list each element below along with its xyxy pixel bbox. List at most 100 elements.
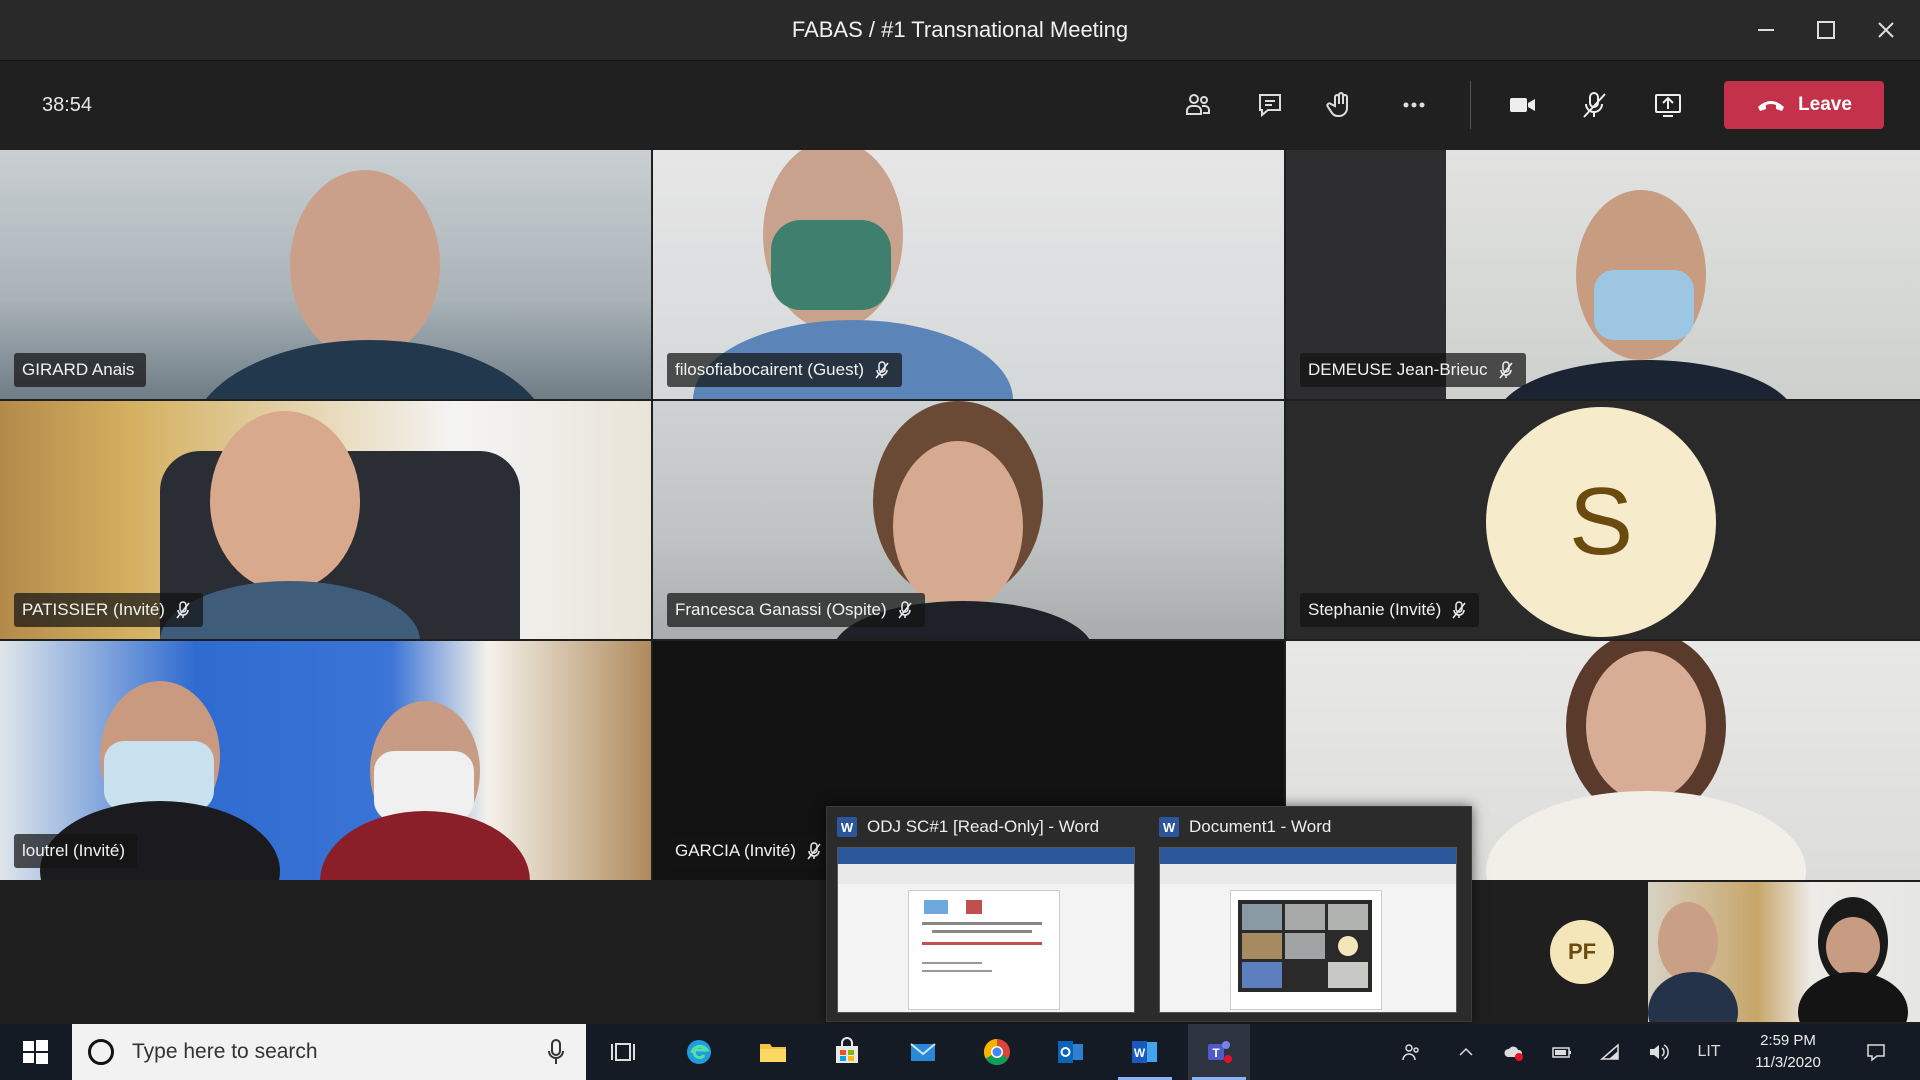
toolbar-divider xyxy=(1470,81,1471,129)
mic-off-icon xyxy=(807,842,821,860)
camera-button[interactable] xyxy=(1494,79,1550,131)
mic-off-icon xyxy=(1452,601,1466,619)
notification-icon xyxy=(1867,1044,1885,1062)
participant-nametag: PATISSIER (Invité) xyxy=(14,593,203,627)
people-tray-button[interactable] xyxy=(1390,1024,1434,1080)
participant-figure xyxy=(893,441,1023,611)
taskbar-edge[interactable] xyxy=(668,1024,730,1080)
teams-icon: T xyxy=(1208,1041,1232,1063)
share-screen-icon xyxy=(1655,94,1681,117)
participant-nametag: GIRARD Anais xyxy=(14,353,147,387)
start-button[interactable] xyxy=(4,1024,66,1080)
clock-date: 11/3/2020 xyxy=(1755,1054,1821,1071)
speaker-icon xyxy=(1650,1044,1669,1060)
windows-logo-icon xyxy=(23,1040,48,1064)
taskbar-teams[interactable]: T xyxy=(1188,1024,1250,1080)
window-thumbnail xyxy=(837,847,1135,1013)
tray-network[interactable] xyxy=(1590,1024,1630,1080)
tray-onedrive[interactable] xyxy=(1494,1024,1534,1080)
taskbar-file-explorer[interactable] xyxy=(742,1024,804,1080)
close-icon xyxy=(1878,22,1894,38)
participant-avatar-pf: PF xyxy=(1550,920,1614,984)
search-placeholder: Type here to search xyxy=(132,1040,318,1063)
svg-text:T: T xyxy=(1212,1046,1220,1060)
participant-avatar: S xyxy=(1486,407,1716,637)
video-tile-girard[interactable]: GIRARD Anais xyxy=(0,150,651,399)
folder-icon xyxy=(760,1044,786,1062)
task-view-button[interactable] xyxy=(592,1024,654,1080)
windows-taskbar: Type here to search W T LIT 2:59 PM 11/3… xyxy=(0,1024,1920,1080)
raise-hand-button[interactable] xyxy=(1312,79,1368,131)
participants-button[interactable] xyxy=(1170,79,1226,131)
chrome-icon xyxy=(983,1038,1010,1066)
maximize-button[interactable] xyxy=(1796,0,1856,60)
close-button[interactable] xyxy=(1856,0,1916,60)
hand-icon xyxy=(1326,92,1348,117)
mail-icon xyxy=(910,1043,936,1061)
show-hidden-icons-button[interactable] xyxy=(1446,1024,1486,1080)
video-tile-filosofiabocairent[interactable]: filosofiabocairent (Guest) xyxy=(653,150,1284,399)
self-view-tile[interactable] xyxy=(1648,882,1920,1022)
face-mask xyxy=(771,220,891,310)
svg-text:W: W xyxy=(1134,1046,1146,1060)
more-actions-button[interactable] xyxy=(1386,79,1442,131)
word-icon: W xyxy=(1132,1041,1157,1063)
mic-off-icon xyxy=(1583,92,1606,118)
cortana-icon xyxy=(88,1039,114,1065)
taskbar-outlook[interactable] xyxy=(1040,1024,1102,1080)
participant-nametag: Stephanie (Invité) xyxy=(1300,593,1480,627)
edge-icon xyxy=(687,1040,711,1064)
participant-nametag: DEMEUSE Jean-Brieuc xyxy=(1300,353,1526,387)
store-icon xyxy=(836,1037,858,1063)
window-preview-odj[interactable]: W ODJ SC#1 [Read-Only] - Word xyxy=(827,807,1137,1021)
participant-nametag: GARCIA (Invité) xyxy=(667,834,834,868)
video-tile-loutrel[interactable]: loutrel (Invité) xyxy=(0,641,651,880)
hang-up-icon xyxy=(1758,101,1785,111)
face-mask xyxy=(1594,270,1694,340)
action-center-button[interactable] xyxy=(1846,1024,1906,1080)
microphone-icon[interactable] xyxy=(546,1038,566,1066)
tray-battery[interactable] xyxy=(1542,1024,1582,1080)
video-tile-ganassi[interactable]: Francesca Ganassi (Ospite) xyxy=(653,401,1284,639)
window-title: FABAS / #1 Transnational Meeting xyxy=(791,17,1129,42)
word-icon: W xyxy=(837,817,857,837)
cloud-icon xyxy=(1504,1046,1523,1061)
mic-off-icon xyxy=(875,361,889,379)
chat-button[interactable] xyxy=(1242,79,1298,131)
taskbar-chrome[interactable] xyxy=(966,1024,1028,1080)
share-screen-button[interactable] xyxy=(1640,79,1696,131)
mute-button[interactable] xyxy=(1566,79,1622,131)
chevron-up-icon xyxy=(1459,1047,1473,1056)
taskbar-word[interactable]: W xyxy=(1114,1024,1176,1080)
more-icon xyxy=(1403,102,1425,108)
taskbar-mail[interactable] xyxy=(892,1024,954,1080)
participant-nametag: Francesca Ganassi (Ospite) xyxy=(667,593,925,627)
clock-time: 2:59 PM xyxy=(1760,1032,1816,1049)
taskbar-thumbnail-popup: W ODJ SC#1 [Read-Only] - Word W Document1 … xyxy=(826,806,1472,1022)
participant-nametag: filosofiabocairent (Guest) xyxy=(667,353,902,387)
taskbar-store[interactable] xyxy=(816,1024,878,1080)
minimize-icon xyxy=(1758,29,1774,31)
participant-figure xyxy=(290,170,440,360)
outlook-icon xyxy=(1058,1041,1083,1063)
chat-icon xyxy=(1259,94,1281,118)
window-title-bar: FABAS / #1 Transnational Meeting xyxy=(0,0,1920,61)
participant-nametag: loutrel (Invité) xyxy=(14,834,137,868)
taskbar-clock[interactable]: 2:59 PM 11/3/2020 xyxy=(1736,1030,1840,1074)
maximize-icon xyxy=(1817,21,1835,39)
word-icon: W xyxy=(1159,817,1179,837)
window-preview-document1[interactable]: W Document1 - Word xyxy=(1149,807,1459,1021)
task-view-icon xyxy=(611,1043,635,1061)
video-tile-patissier[interactable]: PATISSIER (Invité) xyxy=(0,401,651,639)
minimize-button[interactable] xyxy=(1736,0,1796,60)
taskbar-search-box[interactable]: Type here to search xyxy=(72,1024,586,1080)
mic-off-icon xyxy=(176,601,190,619)
mic-off-icon xyxy=(898,601,912,619)
participant-figure xyxy=(1586,651,1706,801)
input-language-button[interactable]: LIT xyxy=(1686,1024,1732,1080)
leave-button[interactable]: Leave xyxy=(1724,81,1884,129)
people-icon xyxy=(1186,94,1210,115)
video-tile-demeuse[interactable]: DEMEUSE Jean-Brieuc xyxy=(1286,150,1920,399)
tray-volume[interactable] xyxy=(1638,1024,1678,1080)
people-icon xyxy=(1402,1044,1419,1061)
